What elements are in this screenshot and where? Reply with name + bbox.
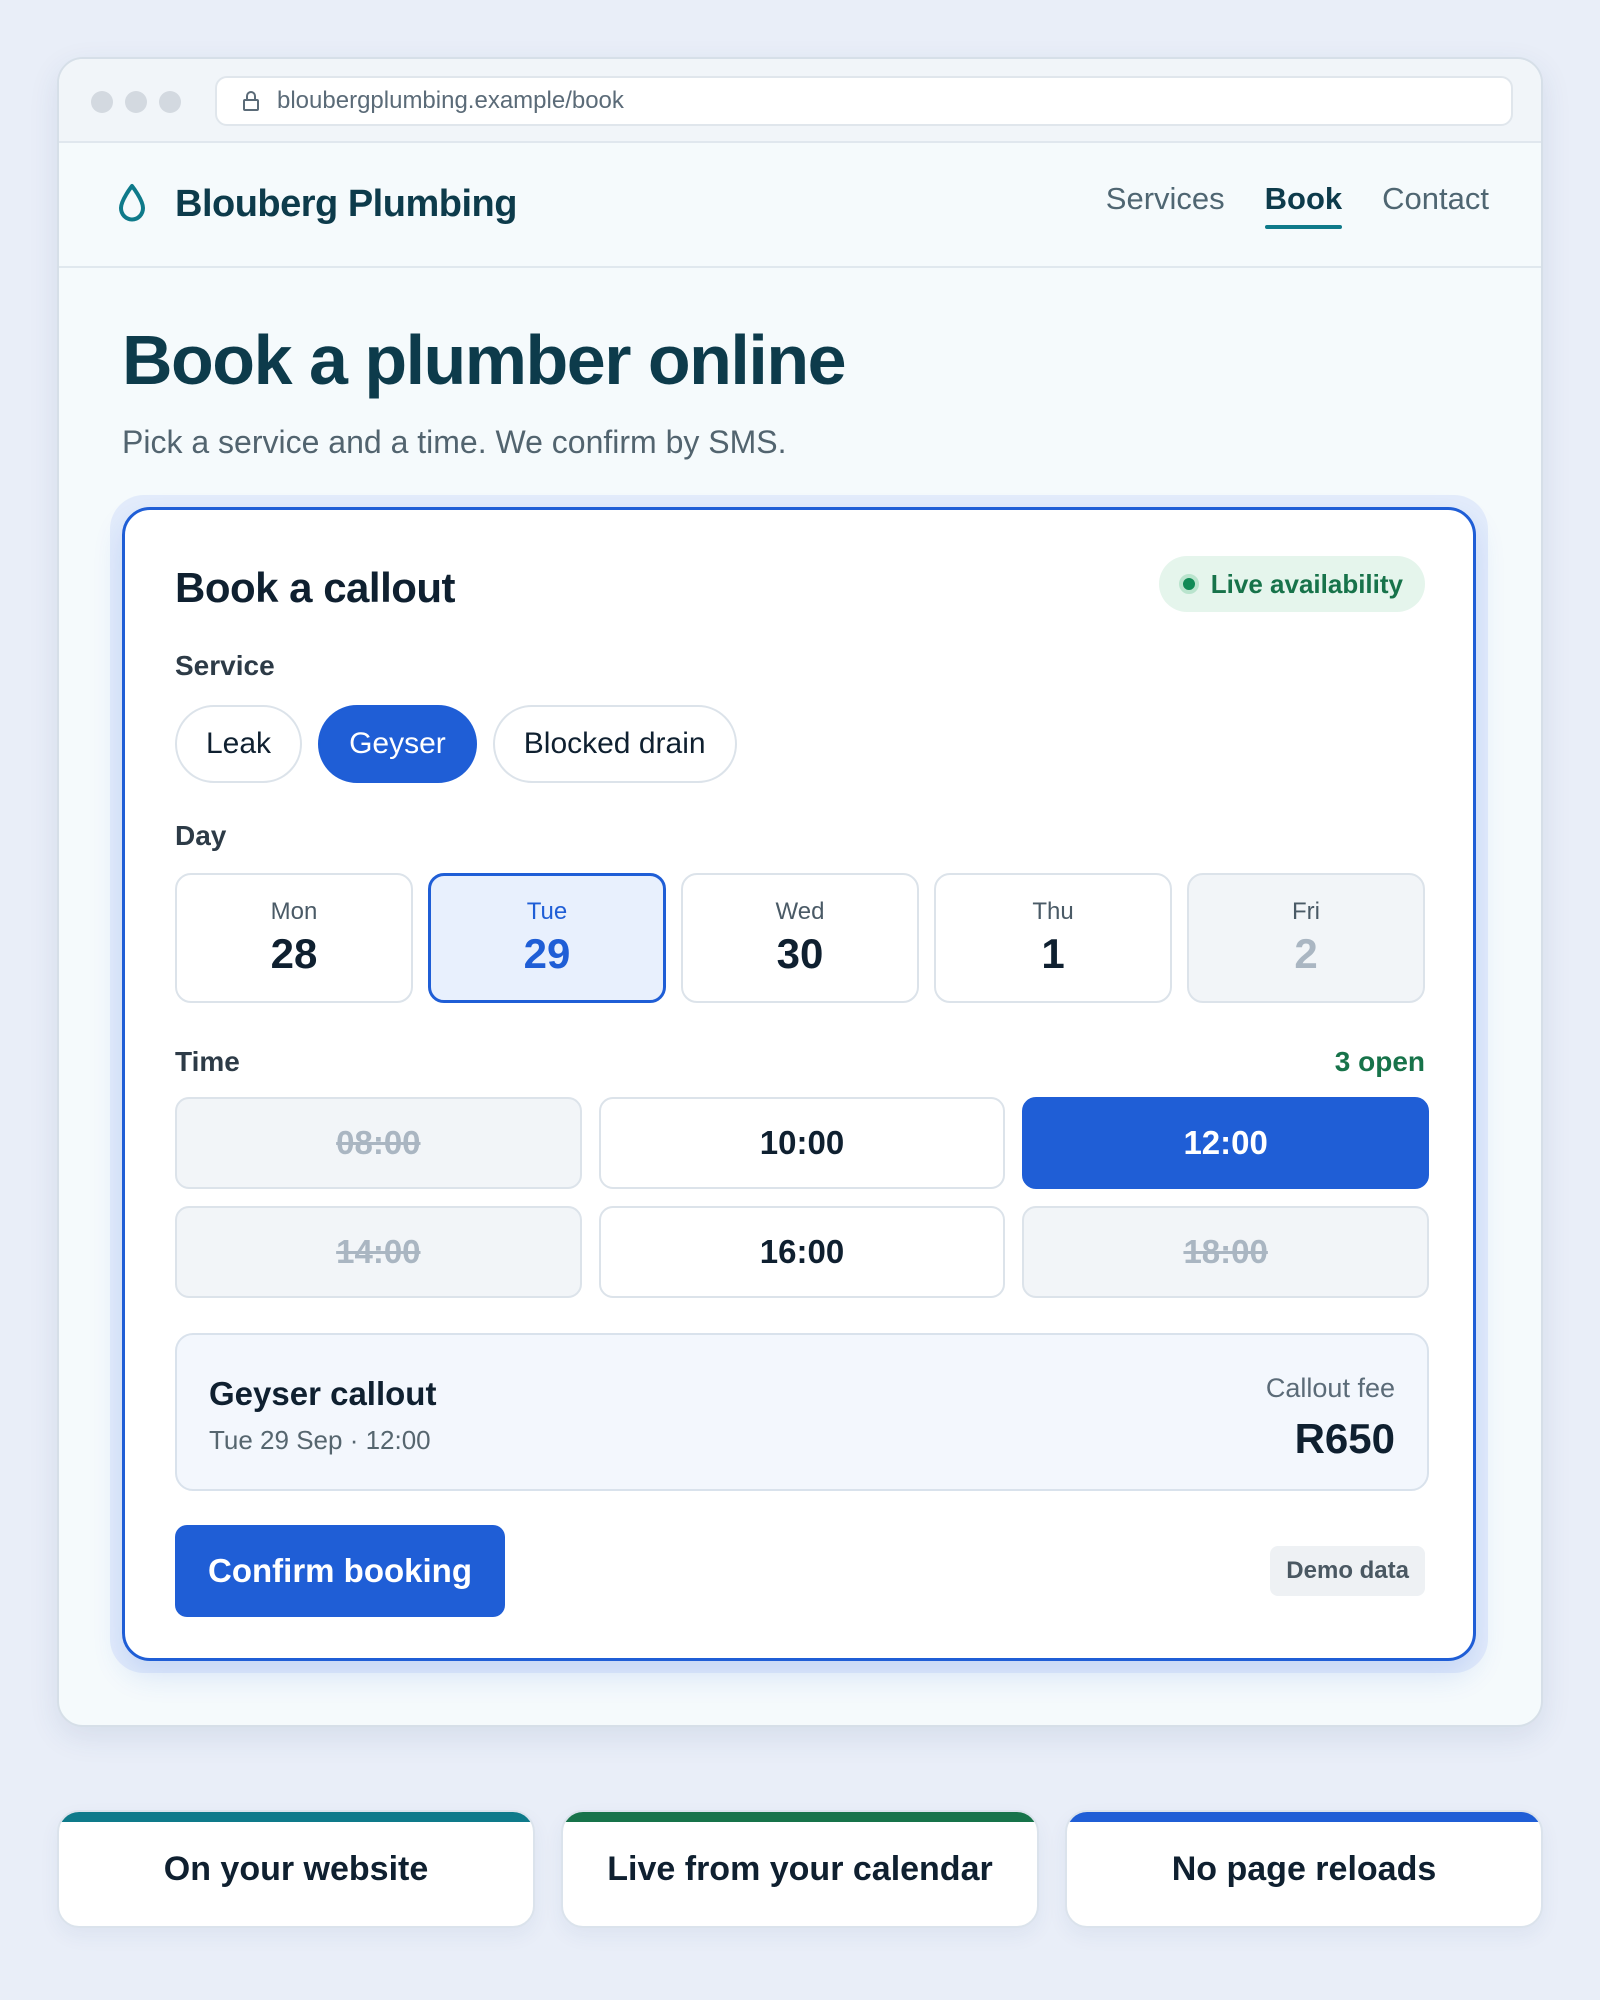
day-name: Tue (526, 898, 568, 925)
time-slot-1400: 14:00 (175, 1206, 582, 1298)
service-options: Leak Geyser Blocked drain (175, 705, 737, 783)
demo-data-badge: Demo data (1270, 1546, 1425, 1596)
day-number: 29 (523, 930, 571, 977)
address-bar[interactable]: bloubergplumbing.example/book (215, 76, 1513, 126)
window-minimize-dot[interactable] (125, 91, 147, 113)
time-slot-1600[interactable]: 16:00 (598, 1206, 1006, 1298)
live-availability-badge: Live availability (1158, 556, 1425, 612)
feature-card-website: On your website (57, 1810, 535, 1928)
day-name: Thu (1032, 898, 1074, 925)
day-label: Day (175, 820, 227, 851)
nav-book[interactable]: Book (1264, 181, 1342, 229)
live-status-dot-icon (1178, 574, 1199, 594)
booking-card: Book a callout Live availability Service… (122, 507, 1476, 1661)
service-label: Service (175, 650, 275, 681)
callout-fee-label: Callout fee (1265, 1373, 1395, 1403)
summary-title: Geyser callout (209, 1375, 437, 1412)
live-availability-label: Live availability (1210, 568, 1403, 599)
service-option-geyser[interactable]: Geyser (318, 705, 477, 783)
time-slot-0800: 08:00 (175, 1097, 582, 1189)
day-name: Fri (1292, 898, 1320, 925)
nav-contact[interactable]: Contact (1382, 181, 1489, 229)
day-name: Mon (270, 898, 318, 925)
time-slot-1200[interactable]: 12:00 (1022, 1097, 1429, 1189)
nav-services[interactable]: Services (1106, 181, 1225, 229)
page-subtitle: Pick a service and a time. We confirm by… (122, 424, 787, 460)
feature-label: Live from your calendar (607, 1849, 993, 1888)
window-maximize-dot[interactable] (159, 91, 181, 113)
day-option-fri: Fri 2 (1187, 873, 1425, 1003)
address-bar-url: bloubergplumbing.example/book (277, 87, 624, 114)
feature-card-calendar: Live from your calendar (561, 1810, 1039, 1928)
open-slots-count: 3 open (1334, 1046, 1425, 1077)
day-option-thu[interactable]: Thu 1 (934, 873, 1172, 1003)
booking-card-title: Book a callout (175, 564, 456, 611)
day-number: 2 (1294, 930, 1318, 977)
time-slot-1000[interactable]: 10:00 (598, 1097, 1006, 1189)
day-option-wed[interactable]: Wed 30 (681, 873, 919, 1003)
day-number: 1 (1041, 930, 1065, 977)
water-drop-icon (119, 184, 145, 222)
main-nav: Services Book Contact (1106, 181, 1489, 229)
time-label: Time (175, 1046, 240, 1077)
site-header: Blouberg Plumbing Services Book Contact (59, 143, 1541, 268)
booking-summary: Geyser callout Tue 29 Sep · 12:00 Callou… (175, 1333, 1429, 1491)
service-option-leak[interactable]: Leak (175, 705, 303, 783)
day-picker: Mon 28 Tue 29 Wed 30 Thu 1 Fri 2 (175, 873, 1425, 1003)
callout-fee-value: R650 (1294, 1415, 1395, 1462)
service-option-blocked-drain[interactable]: Blocked drain (492, 705, 737, 783)
day-name: Wed (775, 898, 825, 925)
feature-label: No page reloads (1171, 1849, 1437, 1888)
confirm-booking-button[interactable]: Confirm booking (175, 1525, 505, 1617)
lock-icon (243, 91, 259, 111)
day-number: 30 (776, 930, 824, 977)
brand-name[interactable]: Blouberg Plumbing (175, 183, 517, 226)
day-option-mon[interactable]: Mon 28 (175, 873, 413, 1003)
feature-card-no-reloads: No page reloads (1065, 1810, 1543, 1928)
page-title: Book a plumber online (122, 321, 847, 399)
summary-datetime: Tue 29 Sep · 12:00 (209, 1425, 431, 1455)
browser-chrome: bloubergplumbing.example/book (59, 59, 1541, 143)
day-option-tue[interactable]: Tue 29 (428, 873, 666, 1003)
feature-label: On your website (163, 1849, 429, 1888)
time-slot-grid: 08:00 10:00 12:00 14:00 16:00 18:00 (175, 1097, 1429, 1298)
day-number: 28 (270, 930, 318, 977)
window-close-dot[interactable] (91, 91, 113, 113)
time-slot-1800: 18:00 (1022, 1206, 1429, 1298)
